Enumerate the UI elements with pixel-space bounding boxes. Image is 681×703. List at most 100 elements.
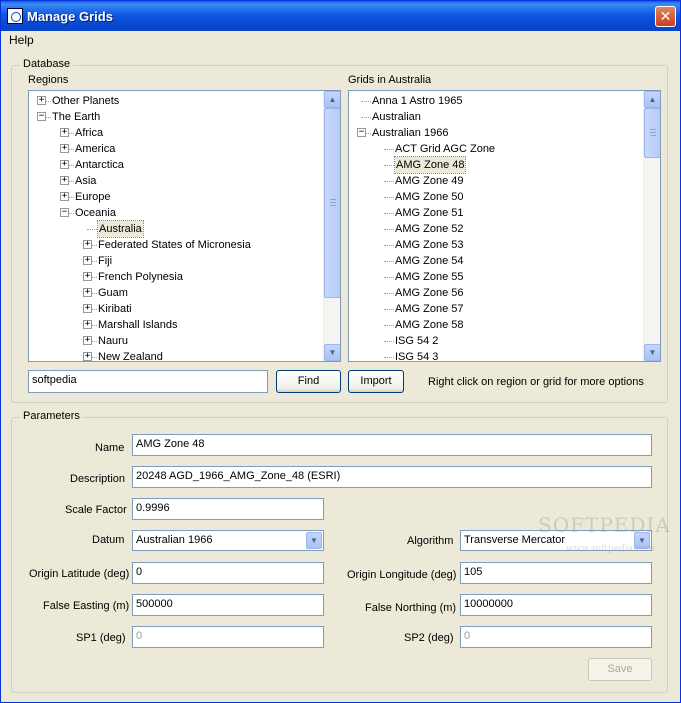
- scroll-down-icon[interactable]: ▼: [644, 344, 660, 361]
- tree-item[interactable]: AMG Zone 51: [349, 205, 639, 221]
- tree-item[interactable]: ISG 54 3: [349, 349, 639, 361]
- tree-item[interactable]: − Oceania: [29, 205, 319, 221]
- scroll-up-icon[interactable]: ▲: [324, 91, 340, 108]
- sp1-field[interactable]: 0: [132, 626, 324, 648]
- find-button[interactable]: Find: [276, 370, 341, 393]
- tree-item[interactable]: AMG Zone 57: [349, 301, 639, 317]
- tree-item[interactable]: AMG Zone 52: [349, 221, 639, 237]
- menu-help[interactable]: Help: [9, 33, 34, 47]
- tree-item[interactable]: Anna 1 Astro 1965: [349, 93, 639, 109]
- chevron-down-icon[interactable]: ▼: [306, 532, 322, 549]
- tree-item[interactable]: + Fiji: [29, 253, 319, 269]
- tree-item[interactable]: − Australian 1966: [349, 125, 639, 141]
- collapse-icon[interactable]: −: [60, 208, 69, 217]
- expand-icon[interactable]: +: [83, 288, 92, 297]
- tree-item-label: AMG Zone 58: [395, 319, 464, 331]
- tree-item[interactable]: + Asia: [29, 173, 319, 189]
- collapse-icon[interactable]: −: [357, 128, 366, 137]
- tree-item[interactable]: + Marshall Islands: [29, 317, 319, 333]
- false-easting-field[interactable]: 500000: [132, 594, 324, 616]
- tree-item[interactable]: AMG Zone 55: [349, 269, 639, 285]
- tree-item[interactable]: ACT Grid AGC Zone: [349, 141, 639, 157]
- origin-latitude-label: Origin Latitude (deg): [29, 568, 130, 580]
- tree-connector: [384, 149, 394, 150]
- tree-connector: [384, 165, 394, 166]
- save-button[interactable]: Save: [588, 658, 652, 681]
- close-button[interactable]: ✕: [655, 6, 676, 27]
- scroll-up-icon[interactable]: ▲: [644, 91, 660, 108]
- scroll-thumb[interactable]: [324, 108, 340, 298]
- expand-icon[interactable]: +: [83, 304, 92, 313]
- expand-icon[interactable]: +: [83, 320, 92, 329]
- tree-item[interactable]: Australia: [29, 220, 319, 238]
- scroll-down-icon[interactable]: ▼: [324, 344, 340, 361]
- false-northing-field[interactable]: 10000000: [460, 594, 652, 616]
- tree-item[interactable]: + Kiribati: [29, 301, 319, 317]
- tree-item[interactable]: AMG Zone 49: [349, 173, 639, 189]
- datum-select[interactable]: Australian 1966 ▼: [132, 530, 324, 551]
- expand-icon[interactable]: +: [37, 96, 46, 105]
- tree-item[interactable]: + French Polynesia: [29, 269, 319, 285]
- collapse-icon[interactable]: −: [37, 112, 46, 121]
- tree-item[interactable]: + Other Planets: [29, 93, 319, 109]
- tree-item-label: Australian 1966: [372, 127, 449, 139]
- tree-item-label: AMG Zone 52: [395, 223, 464, 235]
- regions-scrollbar[interactable]: ▲ ▼: [323, 91, 340, 361]
- expand-icon[interactable]: +: [83, 352, 92, 361]
- tree-item-label: AMG Zone 48: [393, 156, 467, 174]
- expand-icon[interactable]: +: [83, 336, 92, 345]
- parameters-group: Parameters: [11, 410, 668, 693]
- tree-item[interactable]: AMG Zone 48: [349, 156, 639, 174]
- tree-item-label: AMG Zone 49: [395, 175, 464, 187]
- expand-icon[interactable]: +: [83, 240, 92, 249]
- expand-icon[interactable]: +: [60, 144, 69, 153]
- tree-item[interactable]: + America: [29, 141, 319, 157]
- tree-item[interactable]: + New Zealand: [29, 349, 319, 361]
- expand-icon[interactable]: +: [83, 272, 92, 281]
- description-field[interactable]: 20248 AGD_1966_AMG_Zone_48 (ESRI): [132, 466, 652, 488]
- tree-item-label: Asia: [75, 175, 97, 187]
- scale-factor-field[interactable]: 0.9996: [132, 498, 324, 520]
- tree-item[interactable]: + Africa: [29, 125, 319, 141]
- scroll-thumb[interactable]: [644, 108, 660, 158]
- tree-item[interactable]: + Guam: [29, 285, 319, 301]
- search-input[interactable]: softpedia: [28, 370, 268, 393]
- softpedia-watermark-url: www.softpedia.com: [566, 544, 655, 554]
- tree-item[interactable]: + Federated States of Micronesia: [29, 237, 319, 253]
- grids-tree[interactable]: ▲ ▼ Anna 1 Astro 1965 Australian − Australi…: [348, 90, 661, 362]
- tree-item[interactable]: + Antarctica: [29, 157, 319, 173]
- tree-item[interactable]: AMG Zone 54: [349, 253, 639, 269]
- tree-item[interactable]: AMG Zone 53: [349, 237, 639, 253]
- false-northing-label: False Northing (m): [365, 602, 457, 614]
- sp2-field[interactable]: 0: [460, 626, 652, 648]
- tree-item-label: Europe: [75, 191, 111, 203]
- datum-label: Datum: [92, 534, 125, 546]
- tree-item[interactable]: Australian: [349, 109, 639, 125]
- tree-item[interactable]: − The Earth: [29, 109, 319, 125]
- expand-icon[interactable]: +: [60, 176, 69, 185]
- tree-item-label: Australia: [97, 220, 144, 238]
- tree-item-label: The Earth: [52, 111, 101, 123]
- tree-item[interactable]: + Nauru: [29, 333, 319, 349]
- grids-scrollbar[interactable]: ▲ ▼: [643, 91, 660, 361]
- regions-tree[interactable]: ▲ ▼ + Other Planets − The Earth + Africa + Amer…: [28, 90, 341, 362]
- origin-longitude-field[interactable]: 105: [460, 562, 652, 584]
- expand-icon[interactable]: +: [83, 256, 92, 265]
- tree-item-label: AMG Zone 54: [395, 255, 464, 267]
- tree-item-label: America: [75, 143, 116, 155]
- title-bar[interactable]: Manage Grids ✕: [1, 1, 680, 31]
- tree-item[interactable]: ISG 54 2: [349, 333, 639, 349]
- tree-item[interactable]: + Europe: [29, 189, 319, 205]
- origin-latitude-field[interactable]: 0: [132, 562, 324, 584]
- name-field[interactable]: AMG Zone 48: [132, 434, 652, 456]
- expand-icon[interactable]: +: [60, 160, 69, 169]
- description-label: Description: [70, 473, 126, 485]
- expand-icon[interactable]: +: [60, 192, 69, 201]
- tree-item[interactable]: AMG Zone 56: [349, 285, 639, 301]
- tree-item[interactable]: AMG Zone 50: [349, 189, 639, 205]
- import-button[interactable]: Import: [348, 370, 404, 393]
- tree-item-label: Oceania: [75, 207, 116, 219]
- tree-item[interactable]: AMG Zone 58: [349, 317, 639, 333]
- expand-icon[interactable]: +: [60, 128, 69, 137]
- softpedia-watermark: SOFTPEDIA: [538, 513, 671, 537]
